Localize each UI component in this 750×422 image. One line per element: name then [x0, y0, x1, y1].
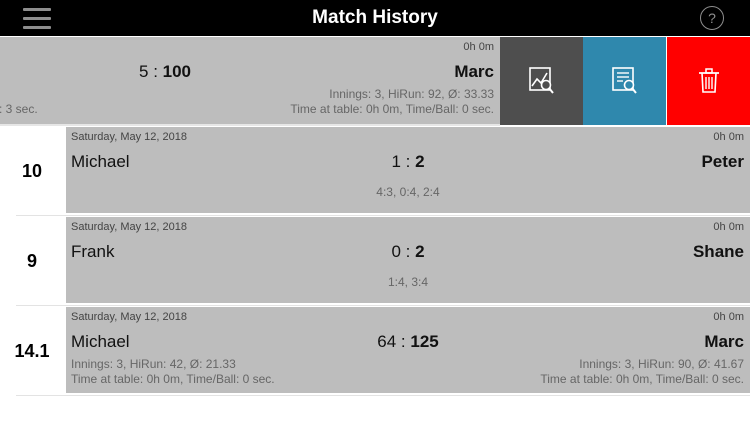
- player2-name: Marc: [454, 62, 494, 81]
- nav-bar: Match History ?: [0, 0, 750, 36]
- player1-stats-line2: Time at table: 0h 0m, Time/Ball: 0 sec.: [71, 372, 275, 386]
- match-card[interactable]: Saturday, May 12, 2018 0h 0m Michael 1 :…: [66, 127, 750, 213]
- page-title: Match History: [312, 7, 438, 28]
- match-number: 9: [26, 251, 37, 271]
- match-row[interactable]: 14.1 Saturday, May 12, 2018 0h 0m Michae…: [0, 307, 750, 396]
- match-date: Saturday, May 12, 2018: [71, 221, 187, 233]
- match-card[interactable]: Saturday, May 12, 2018 0h 0m Frank 0 : 2…: [66, 217, 750, 303]
- match-duration: 0h 0m: [713, 221, 744, 233]
- match-number: 14.1: [14, 341, 50, 361]
- player2-name: Shane: [692, 242, 744, 261]
- match-duration: 0h 0m: [713, 311, 744, 323]
- match-row[interactable]: 10 Saturday, May 12, 2018 0h 0m Michael …: [0, 127, 750, 216]
- trash-icon: [698, 68, 719, 93]
- player1-name: Frank: [71, 242, 115, 261]
- player1-name: Michael: [71, 332, 130, 351]
- player2-stats-line2: Time at table: 0h 0m, Time/Ball: 0 sec.: [290, 102, 494, 116]
- match-number: 10: [21, 161, 43, 181]
- match-score: 5 : 100: [139, 62, 192, 81]
- player2-name: Peter: [701, 152, 744, 171]
- divider: [0, 124, 500, 126]
- set-results: 4:3, 0:4, 2:4: [376, 185, 440, 199]
- swiped-match-card[interactable]: 0h 0m 5 : 100 Marc Innings: 3, HiRun: 92…: [0, 37, 500, 125]
- divider: [16, 215, 750, 216]
- player1-stats-line1: Innings: 3, HiRun: 42, Ø: 21.33: [71, 357, 236, 371]
- match-duration: 0h 0m: [713, 131, 744, 143]
- match-card[interactable]: Saturday, May 12, 2018 0h 0m Michael 64 …: [66, 307, 750, 393]
- match-duration: 0h 0m: [463, 41, 494, 53]
- player2-name: Marc: [704, 332, 744, 351]
- player2-stats-line1: Innings: 3, HiRun: 92, Ø: 33.33: [329, 87, 494, 101]
- player2-stats-line1: Innings: 3, HiRun: 90, Ø: 41.67: [579, 357, 744, 371]
- match-score: 1 : 2: [391, 152, 425, 171]
- graph-button[interactable]: [500, 37, 583, 125]
- match-score: 0 : 2: [391, 242, 425, 261]
- help-icon[interactable]: ?: [700, 6, 724, 30]
- player1-name: Michael: [71, 152, 130, 171]
- player1-stats-clipped: : 3 sec.: [0, 102, 38, 116]
- document-magnifier-icon: [611, 67, 637, 94]
- chart-magnifier-icon: [528, 67, 554, 94]
- divider: [16, 395, 750, 396]
- delete-button[interactable]: [667, 37, 750, 125]
- swiped-match-row[interactable]: 0h 0m 5 : 100 Marc Innings: 3, HiRun: 92…: [0, 37, 750, 126]
- match-date: Saturday, May 12, 2018: [71, 131, 187, 143]
- match-row[interactable]: 9 Saturday, May 12, 2018 0h 0m Frank 0 :…: [0, 217, 750, 306]
- divider: [16, 305, 750, 306]
- set-results: 1:4, 3:4: [387, 275, 429, 289]
- details-button[interactable]: [583, 37, 666, 125]
- match-score: 64 : 125: [377, 332, 439, 351]
- match-date: Saturday, May 12, 2018: [71, 311, 187, 323]
- player2-stats-line2: Time at table: 0h 0m, Time/Ball: 0 sec.: [540, 372, 744, 386]
